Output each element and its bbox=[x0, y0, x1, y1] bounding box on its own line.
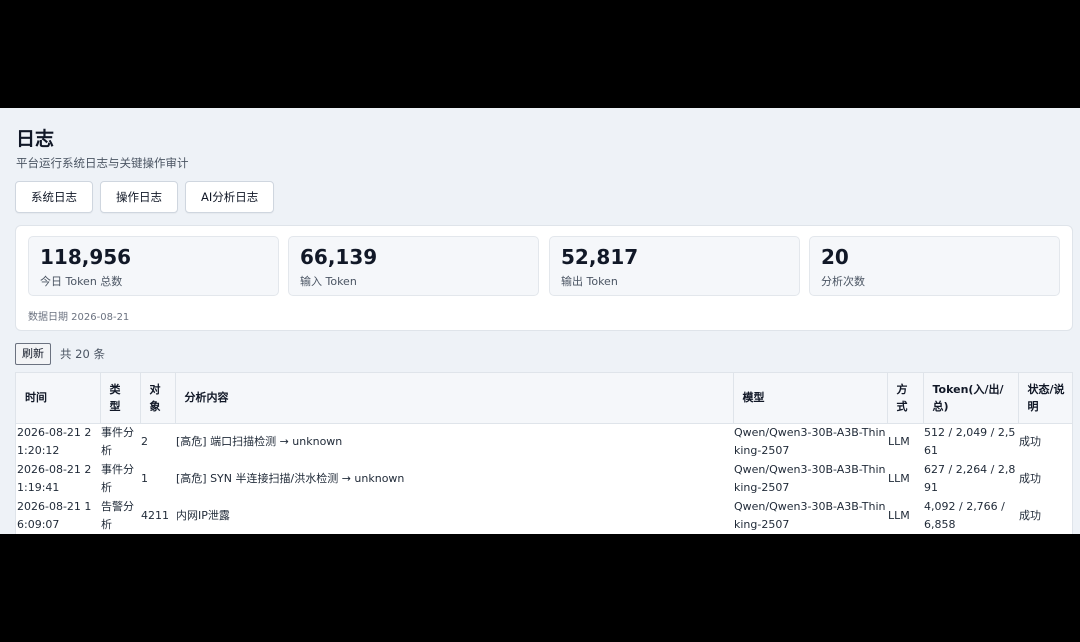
data-date: 数据日期 2026-08-21 bbox=[28, 312, 130, 323]
refresh-button[interactable]: 刷新 bbox=[15, 343, 51, 365]
table-toolbar: 刷新 共 20 条 bbox=[15, 343, 105, 365]
cell-token: 627 / 2,264 / 2,891 bbox=[924, 462, 1016, 494]
cell-method: LLM bbox=[888, 508, 910, 522]
cell-method: LLM bbox=[888, 434, 910, 448]
col-header-model[interactable]: 模型 bbox=[733, 373, 888, 424]
cell-type: 事件分析 bbox=[101, 425, 134, 457]
cell-time: 2026-08-21 21:20:12 bbox=[17, 425, 92, 457]
col-header-status[interactable]: 状态/说明 bbox=[1018, 373, 1072, 424]
page-title: 日志 bbox=[16, 128, 55, 150]
table-header-row: 时间 类型 对象 分析内容 模型 方式 Token(入/出/总) 状态/说明 bbox=[16, 373, 1072, 424]
cell-model: Qwen/Qwen3-30B-A3B-Thinking-2507 bbox=[734, 499, 886, 531]
cell-model: Qwen/Qwen3-30B-A3B-Thinking-2507 bbox=[734, 425, 886, 457]
cell-content: [高危] 端口扫描检测 → unknown bbox=[176, 434, 343, 448]
tab-ai-analysis-log[interactable]: AI分析日志 bbox=[185, 181, 275, 213]
stat-label: 今日 Token 总数 bbox=[40, 275, 123, 288]
stat-label: 分析次数 bbox=[821, 275, 865, 288]
cell-target: 2 bbox=[141, 434, 148, 448]
stat-input-token: 66,139 输入 Token bbox=[288, 236, 539, 296]
cell-target: 1 bbox=[141, 471, 148, 485]
stat-value: 52,817 bbox=[561, 245, 639, 269]
tab-system-log[interactable]: 系统日志 bbox=[15, 181, 93, 213]
tab-operation-log[interactable]: 操作日志 bbox=[100, 181, 178, 213]
cell-status: 成功 bbox=[1019, 434, 1041, 448]
ai-log-table: 时间 类型 对象 分析内容 模型 方式 Token(入/出/总) 状态/说明 2… bbox=[15, 372, 1073, 534]
col-header-target[interactable]: 对象 bbox=[140, 373, 176, 424]
cell-time: 2026-08-21 16:09:07 bbox=[17, 499, 92, 531]
cell-status: 成功 bbox=[1019, 508, 1041, 522]
col-header-content[interactable]: 分析内容 bbox=[175, 373, 734, 424]
table-row[interactable]: 2026-08-21 16:09:07 告警分析 4211 内网IP泄露 Qwe… bbox=[16, 497, 1072, 534]
log-tabs: 系统日志 操作日志 AI分析日志 bbox=[15, 181, 275, 213]
cell-content: 内网IP泄露 bbox=[176, 508, 230, 522]
cell-method: LLM bbox=[888, 471, 910, 485]
cell-type: 告警分析 bbox=[101, 499, 134, 531]
cell-target: 4211 bbox=[141, 508, 169, 522]
page-subtitle: 平台运行系统日志与关键操作审计 bbox=[16, 156, 189, 170]
col-header-time[interactable]: 时间 bbox=[16, 373, 101, 424]
cell-model: Qwen/Qwen3-30B-A3B-Thinking-2507 bbox=[734, 462, 886, 494]
stat-output-token: 52,817 输出 Token bbox=[549, 236, 800, 296]
cell-time: 2026-08-21 21:19:41 bbox=[17, 462, 92, 494]
table-row[interactable]: 2026-08-21 21:20:12 事件分析 2 [高危] 端口扫描检测 →… bbox=[16, 423, 1072, 460]
col-header-method[interactable]: 方式 bbox=[887, 373, 924, 424]
cell-type: 事件分析 bbox=[101, 462, 134, 494]
token-stats-card: 118,956 今日 Token 总数 66,139 输入 Token 52,8… bbox=[15, 225, 1073, 331]
stat-label: 输入 Token bbox=[300, 275, 357, 288]
col-header-token[interactable]: Token(入/出/总) bbox=[923, 373, 1019, 424]
stat-label: 输出 Token bbox=[561, 275, 618, 288]
stat-value: 118,956 bbox=[40, 245, 132, 269]
stat-analysis-count: 20 分析次数 bbox=[809, 236, 1060, 296]
cell-status: 成功 bbox=[1019, 471, 1041, 485]
table-row[interactable]: 2026-08-21 21:19:41 事件分析 1 [高危] SYN 半连接扫… bbox=[16, 460, 1072, 497]
total-count: 共 20 条 bbox=[60, 347, 105, 361]
log-page: 日志 平台运行系统日志与关键操作审计 系统日志 操作日志 AI分析日志 118,… bbox=[0, 108, 1080, 534]
cell-token: 4,092 / 2,766 / 6,858 bbox=[924, 499, 1005, 531]
stat-total-token: 118,956 今日 Token 总数 bbox=[28, 236, 279, 296]
stat-value: 66,139 bbox=[300, 245, 378, 269]
stat-value: 20 bbox=[821, 245, 849, 269]
cell-content: [高危] SYN 半连接扫描/洪水检测 → unknown bbox=[176, 471, 405, 485]
col-header-type[interactable]: 类型 bbox=[100, 373, 141, 424]
cell-token: 512 / 2,049 / 2,561 bbox=[924, 425, 1016, 457]
